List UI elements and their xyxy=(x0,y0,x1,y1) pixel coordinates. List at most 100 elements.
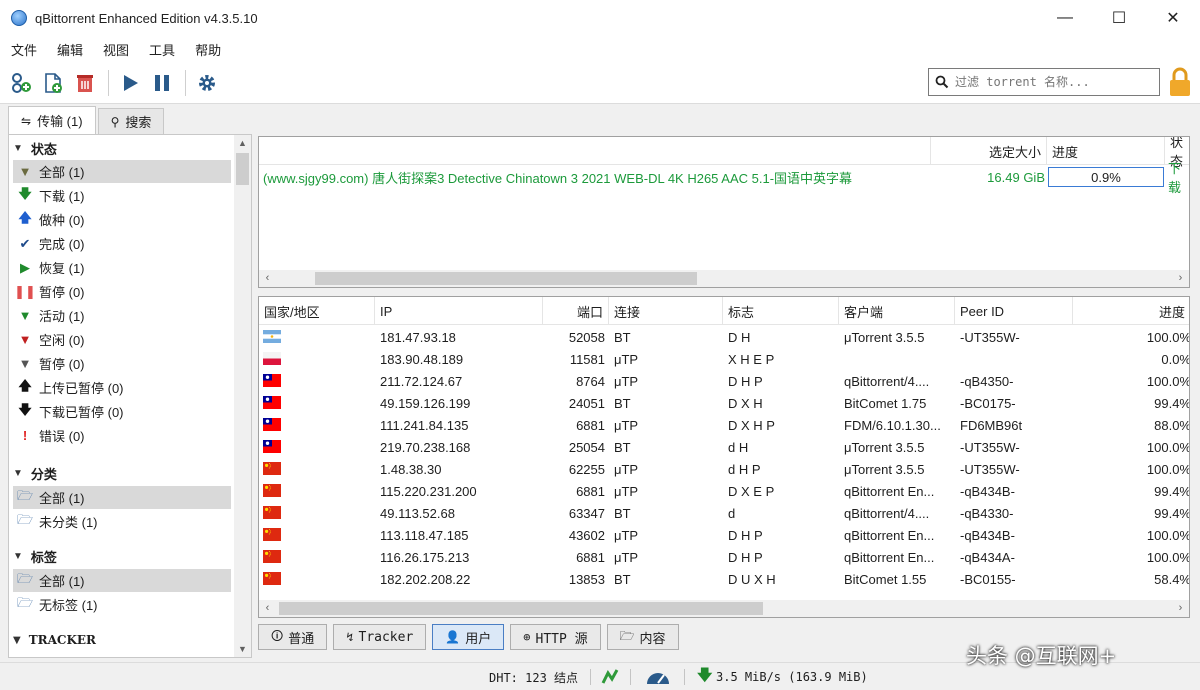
peer-row[interactable]: 219.70.238.168 25054 BT d H μTorrent 3.5.5 -U… xyxy=(259,436,1189,458)
peer-port: 52058 xyxy=(568,329,605,345)
lock-icon[interactable] xyxy=(1166,66,1194,98)
scroll-up-arrow-icon[interactable]: ▲ xyxy=(234,135,251,151)
scroll-left-arrow-icon[interactable]: ‹ xyxy=(259,600,276,617)
peer-flags: D H P xyxy=(728,373,763,389)
status-section-header[interactable]: ▼ 状态 xyxy=(13,137,57,159)
connection-status-icon[interactable] xyxy=(600,663,620,690)
tag-item-untagged[interactable]: 🗁 无标签 (1) xyxy=(13,593,231,616)
tab-content[interactable]: 🗁 内容 xyxy=(606,624,679,650)
sidebar-item-errored[interactable]: ! 错误 (0) xyxy=(13,424,231,447)
tags-section-header[interactable]: ▼ 标签 xyxy=(13,545,57,567)
scroll-right-arrow-icon[interactable]: › xyxy=(1172,270,1189,287)
sidebar-item-upload-paused[interactable]: 🡅 上传已暂停 (0) xyxy=(13,376,231,399)
close-button[interactable]: ✕ xyxy=(1146,0,1200,36)
peers-list-hscrollbar[interactable]: ‹ › xyxy=(259,600,1189,617)
chevron-down-icon: ▼ xyxy=(13,142,23,154)
torrent-list-hscrollbar[interactable]: ‹ › xyxy=(259,270,1189,287)
category-item-all[interactable]: 🗁 全部 (1) xyxy=(13,486,231,509)
menu-tools[interactable]: 工具 xyxy=(142,40,182,59)
peer-row[interactable]: 181.47.93.18 52058 BT D H μTorrent 3.5.5 -UT3… xyxy=(259,326,1189,348)
sidebar-item-download-paused[interactable]: 🡇 下载已暂停 (0) xyxy=(13,400,231,423)
sidebar-item-paused[interactable]: ❚❚ 暂停 (0) xyxy=(13,280,231,303)
column-header-ip[interactable]: IP xyxy=(375,297,543,325)
peer-row[interactable]: 183.90.48.189 11581 μTP X H E P 0.0% xyxy=(259,348,1189,370)
speed-limit-icon[interactable] xyxy=(645,663,671,690)
menu-edit[interactable]: 编辑 xyxy=(50,40,90,59)
column-header-name[interactable] xyxy=(259,137,931,165)
add-torrent-file-button[interactable] xyxy=(38,68,68,98)
peer-client: qBittorrent/4.... xyxy=(844,505,930,521)
peer-row[interactable]: 115.220.231.200 6881 μTP D X E P qBittorrent… xyxy=(259,480,1189,502)
sidebar-item-resumed[interactable]: ▶ 恢复 (1) xyxy=(13,256,231,279)
torrent-status: 下载 xyxy=(1168,161,1182,195)
peer-client: μTorrent 3.5.5 xyxy=(844,439,925,455)
sidebar-item-inactive[interactable]: ▼ 空闲 (0) xyxy=(13,328,231,351)
peer-id: FD6MB96t xyxy=(960,417,1023,433)
sidebar-scroll-thumb[interactable] xyxy=(236,153,249,185)
peers-list-scroll-thumb[interactable] xyxy=(279,602,763,615)
tracker-section-header[interactable]: ▼ TRACKER xyxy=(13,629,96,651)
peer-row[interactable]: 49.159.126.199 24051 BT D X H BitComet 1.75 -… xyxy=(259,392,1189,414)
column-header-peer-id[interactable]: Peer ID xyxy=(955,297,1073,325)
search-icon: ⚲ xyxy=(110,114,120,129)
tab-trackers[interactable]: ↯ Tracker xyxy=(333,624,427,650)
scroll-down-arrow-icon[interactable]: ▼ xyxy=(234,641,251,657)
tab-http-sources[interactable]: ⊕ HTTP 源 xyxy=(510,624,601,650)
sidebar-item-seeding[interactable]: 🡅 做种 (0) xyxy=(13,208,231,231)
scroll-right-arrow-icon[interactable]: › xyxy=(1172,600,1189,617)
peer-row[interactable]: 182.202.208.22 13853 BT D U X H BitComet 1.5… xyxy=(259,568,1189,590)
tab-general[interactable]: 🛈 普通 xyxy=(258,624,328,650)
toolbar-separator xyxy=(185,69,186,96)
peer-row[interactable]: 113.118.47.185 43602 μTP D H P qBittorrent E… xyxy=(259,524,1189,546)
column-header-flags[interactable]: 标志 xyxy=(723,297,839,325)
tab-peers[interactable]: 👤 用户 xyxy=(432,624,505,650)
search-box[interactable] xyxy=(928,68,1160,96)
peer-port: 43602 xyxy=(568,527,605,543)
peer-row[interactable]: 116.26.175.213 6881 μTP D H P qBittorrent En… xyxy=(259,546,1189,568)
peer-row[interactable]: 49.113.52.68 63347 BT d qBittorrent/4.... -qB… xyxy=(259,502,1189,524)
column-header-size[interactable]: 选定大小 xyxy=(931,137,1047,165)
peer-row[interactable]: 111.241.84.135 6881 μTP D X H P FDM/6.10.1.3… xyxy=(259,414,1189,436)
peer-row[interactable]: 1.48.38.30 62255 μTP d H P μTorrent 3.5.5 -UT… xyxy=(259,458,1189,480)
search-input[interactable] xyxy=(955,75,1145,89)
torrent-list-scroll-thumb[interactable] xyxy=(315,272,697,285)
column-header-client[interactable]: 客户端 xyxy=(839,297,955,325)
peer-row[interactable]: 211.72.124.67 8764 μTP D H P qBittorrent/4..… xyxy=(259,370,1189,392)
play-icon: ▶ xyxy=(20,259,30,275)
column-header-country[interactable]: 国家/地区 xyxy=(259,297,375,325)
category-section-header[interactable]: ▼ 分类 xyxy=(13,462,57,484)
sidebar-scrollbar[interactable]: ▲ ▼ xyxy=(234,135,251,657)
column-header-progress[interactable]: 进度 xyxy=(1073,297,1189,325)
delete-button[interactable] xyxy=(70,68,100,98)
scroll-left-arrow-icon[interactable]: ‹ xyxy=(259,270,276,287)
sidebar-item-completed[interactable]: ✔ 完成 (0) xyxy=(13,232,231,255)
peer-client: FDM/6.10.1.30... xyxy=(844,417,941,433)
category-item-uncategorized[interactable]: 🗁 未分类 (1) xyxy=(13,510,231,533)
column-header-progress[interactable]: 进度 xyxy=(1047,137,1165,165)
tab-transfers[interactable]: ⇋ 传输 (1) xyxy=(8,106,96,134)
torrent-row[interactable]: (www.sjgy99.com) 唐人街探案3 Detective Chinat… xyxy=(259,161,1189,195)
minimize-button[interactable]: — xyxy=(1038,0,1092,36)
column-header-port[interactable]: 端口 xyxy=(543,297,609,325)
filter-green-icon: ▼ xyxy=(18,308,32,323)
add-torrent-link-button[interactable] xyxy=(6,68,36,98)
sidebar-item-all[interactable]: ▼ 全部 (1) xyxy=(13,160,231,183)
peer-connection: μTP xyxy=(614,417,639,433)
peer-port: 6881 xyxy=(576,483,605,499)
column-header-connection[interactable]: 连接 xyxy=(609,297,723,325)
resume-button[interactable] xyxy=(115,68,145,98)
sidebar-item-stalled[interactable]: ▼ 暂停 (0) xyxy=(13,352,231,375)
tab-search[interactable]: ⚲ 搜索 xyxy=(97,108,165,134)
options-button[interactable] xyxy=(192,68,222,98)
maximize-button[interactable]: ☐ xyxy=(1092,0,1146,36)
sidebar-item-downloading[interactable]: 🡇 下载 (1) xyxy=(13,184,231,207)
sidebar-item-active[interactable]: ▼ 活动 (1) xyxy=(13,304,231,327)
pause-button[interactable] xyxy=(147,68,177,98)
window-title: qBittorrent Enhanced Edition v4.3.5.10 xyxy=(35,10,258,26)
tag-item-all[interactable]: 🗁 全部 (1) xyxy=(13,569,231,592)
menu-help[interactable]: 帮助 xyxy=(188,40,228,59)
menu-view[interactable]: 视图 xyxy=(96,40,136,59)
menu-file[interactable]: 文件 xyxy=(4,40,44,59)
download-black-icon: 🡇 xyxy=(18,401,32,417)
peer-port: 11581 xyxy=(569,351,605,367)
